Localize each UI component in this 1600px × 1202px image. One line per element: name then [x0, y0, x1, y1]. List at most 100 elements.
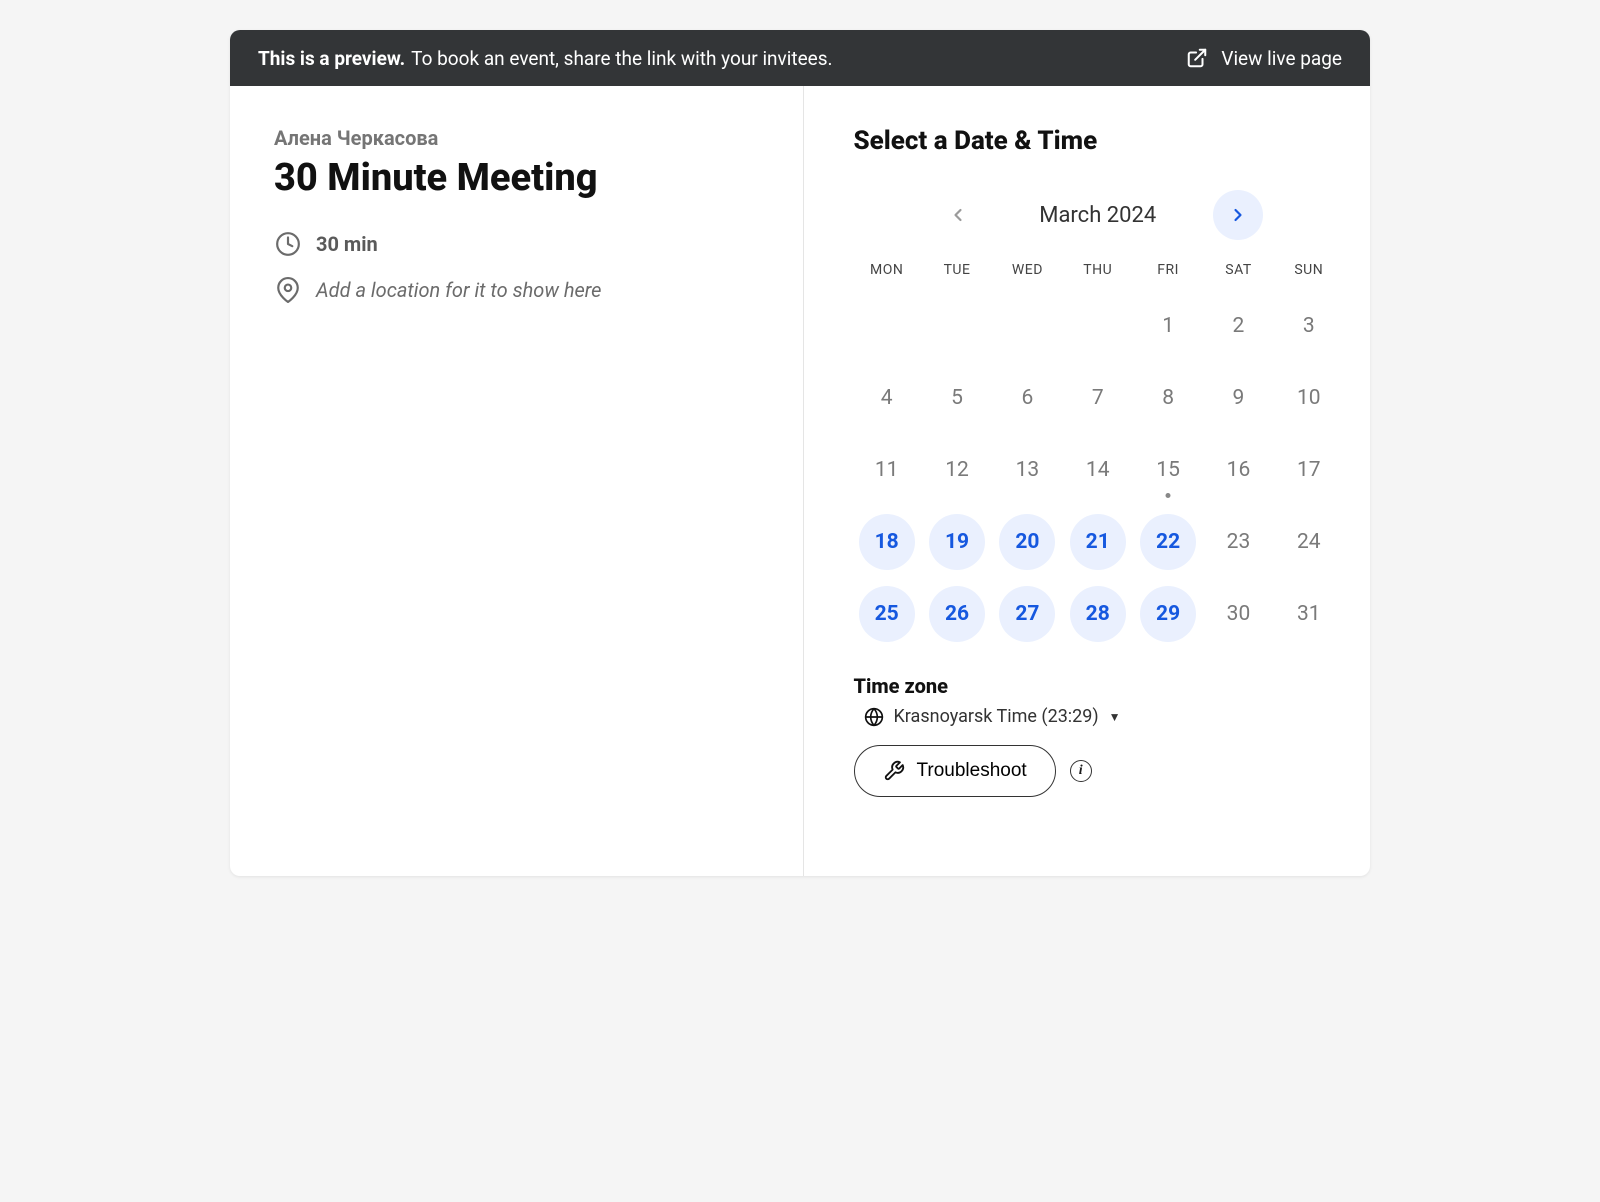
calendar-day-number: 24 [1281, 514, 1337, 570]
chevron-left-icon [948, 205, 968, 225]
calendar-day-available[interactable]: 21 [1065, 512, 1131, 572]
calendar-day-number: 13 [999, 442, 1055, 498]
calendar-day-disabled: 2 [1205, 296, 1271, 356]
prev-month-button[interactable] [933, 190, 983, 240]
troubleshoot-label: Troubleshoot [917, 760, 1027, 782]
calendar-day-number: 14 [1070, 442, 1126, 498]
troubleshoot-row: Troubleshoot i [854, 745, 1343, 797]
preview-text: This is a preview. To book an event, sha… [258, 47, 833, 70]
calendar-day-disabled: 8 [1135, 368, 1201, 428]
chevron-right-icon [1228, 205, 1248, 225]
calendar-day-number: 15 [1140, 442, 1196, 498]
preview-bar: This is a preview. To book an event, sha… [230, 30, 1370, 86]
next-month-button[interactable] [1213, 190, 1263, 240]
calendar-day-disabled: 24 [1276, 512, 1342, 572]
month-label: March 2024 [1023, 203, 1173, 228]
calendar-day-available[interactable]: 29 [1135, 584, 1201, 644]
weekday-header: MON [854, 262, 920, 284]
calendar-empty-cell [854, 296, 920, 356]
calendar-day-disabled: 5 [924, 368, 990, 428]
calendar-day-available[interactable]: 20 [994, 512, 1060, 572]
info-icon[interactable]: i [1070, 760, 1092, 782]
calendar-day-disabled: 7 [1065, 368, 1131, 428]
calendar-day-disabled: 30 [1205, 584, 1271, 644]
wrench-icon [883, 760, 905, 782]
calendar-day-number: 25 [859, 586, 915, 642]
calendar-day-number: 5 [929, 370, 985, 426]
calendar-day-available[interactable]: 25 [854, 584, 920, 644]
weekday-header: FRI [1135, 262, 1201, 284]
timezone-label: Time zone [854, 674, 1343, 698]
calendar-day-number: 7 [1070, 370, 1126, 426]
calendar-day-disabled: 9 [1205, 368, 1271, 428]
globe-icon [864, 707, 884, 727]
calendar-grid: MONTUEWEDTHUFRISATSUN1234567891011121314… [854, 262, 1343, 644]
weekday-header: WED [994, 262, 1060, 284]
weekday-header: SAT [1205, 262, 1271, 284]
calendar-day-number: 3 [1281, 298, 1337, 354]
preview-bold: This is a preview. [258, 47, 405, 70]
calendar-day-number: 1 [1140, 298, 1196, 354]
weekday-header: SUN [1276, 262, 1342, 284]
calendar-day-available[interactable]: 28 [1065, 584, 1131, 644]
month-header: March 2024 [854, 190, 1343, 240]
calendar-day-disabled: 16 [1205, 440, 1271, 500]
calendar-day-number: 17 [1281, 442, 1337, 498]
weekday-header: TUE [924, 262, 990, 284]
calendar-day-disabled: 14 [1065, 440, 1131, 500]
troubleshoot-button[interactable]: Troubleshoot [854, 745, 1056, 797]
view-live-label: View live page [1221, 47, 1342, 70]
calendar-day-disabled: 1 [1135, 296, 1201, 356]
calendar-empty-cell [994, 296, 1060, 356]
calendar-day-disabled: 17 [1276, 440, 1342, 500]
calendar-day-number: 20 [999, 514, 1055, 570]
weekday-header: THU [1065, 262, 1131, 284]
booking-card: This is a preview. To book an event, sha… [230, 30, 1370, 876]
calendar-day-available[interactable]: 27 [994, 584, 1060, 644]
calendar-day-number: 22 [1140, 514, 1196, 570]
calendar-day-disabled: 12 [924, 440, 990, 500]
calendar-day-number: 26 [929, 586, 985, 642]
calendar-day-number: 29 [1140, 586, 1196, 642]
today-indicator-dot [1166, 493, 1171, 498]
external-link-icon [1183, 44, 1211, 72]
calendar-day-number: 30 [1210, 586, 1266, 642]
calendar-day-disabled: 15 [1135, 440, 1201, 500]
caret-down-icon: ▼ [1109, 710, 1121, 724]
calendar-day-disabled: 4 [854, 368, 920, 428]
calendar-day-available[interactable]: 18 [854, 512, 920, 572]
select-date-title: Select a Date & Time [854, 126, 1343, 156]
clock-icon [274, 230, 302, 258]
calendar-day-disabled: 3 [1276, 296, 1342, 356]
calendar-day-number: 16 [1210, 442, 1266, 498]
event-title: 30 Minute Meeting [274, 156, 763, 202]
calendar-day-number: 23 [1210, 514, 1266, 570]
calendar-day-disabled: 13 [994, 440, 1060, 500]
calendar-panel: Select a Date & Time March 2024 MONTUEWE… [804, 86, 1371, 876]
preview-rest: To book an event, share the link with yo… [411, 47, 832, 70]
calendar-empty-cell [1065, 296, 1131, 356]
calendar-day-number: 2 [1210, 298, 1266, 354]
timezone-selector[interactable]: Krasnoyarsk Time (23:29) ▼ [864, 706, 1343, 727]
timezone-value: Krasnoyarsk Time (23:29) [894, 706, 1099, 727]
calendar-day-number: 9 [1210, 370, 1266, 426]
calendar-day-number: 21 [1070, 514, 1126, 570]
calendar-day-disabled: 11 [854, 440, 920, 500]
duration-row: 30 min [274, 230, 763, 258]
calendar-empty-cell [924, 296, 990, 356]
calendar-day-disabled: 6 [994, 368, 1060, 428]
calendar-day-number: 27 [999, 586, 1055, 642]
calendar-day-disabled: 10 [1276, 368, 1342, 428]
calendar-day-disabled: 31 [1276, 584, 1342, 644]
location-row: Add a location for it to show here [274, 276, 763, 304]
calendar-day-available[interactable]: 19 [924, 512, 990, 572]
calendar-day-available[interactable]: 26 [924, 584, 990, 644]
calendar-day-number: 8 [1140, 370, 1196, 426]
view-live-link[interactable]: View live page [1183, 44, 1342, 72]
host-name: Алена Черкасова [274, 126, 763, 150]
event-info-panel: Алена Черкасова 30 Minute Meeting 30 min… [230, 86, 804, 876]
calendar-day-available[interactable]: 22 [1135, 512, 1201, 572]
calendar-day-number: 10 [1281, 370, 1337, 426]
calendar-day-number: 19 [929, 514, 985, 570]
location-pin-icon [274, 276, 302, 304]
